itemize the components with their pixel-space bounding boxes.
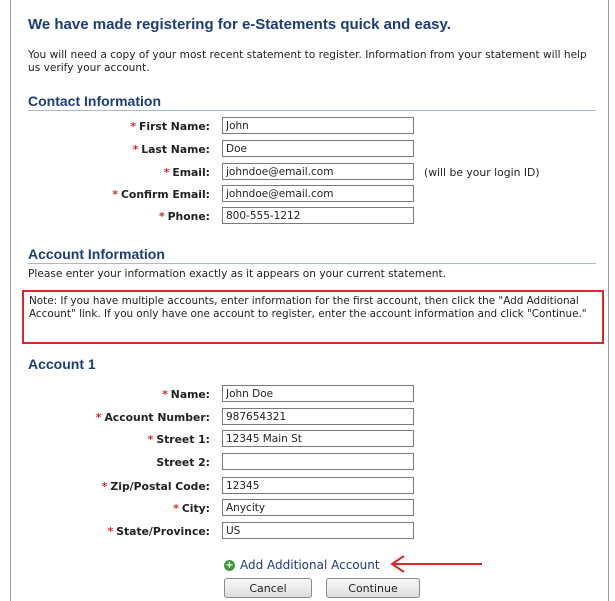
required-marker: *	[162, 388, 168, 401]
zip-label: * Zip/Postal Code:	[101, 480, 210, 493]
street2-row: Street 2:	[0, 453, 610, 473]
required-marker: *	[158, 210, 165, 223]
required-marker: *	[107, 525, 114, 538]
street1-input[interactable]	[222, 430, 414, 447]
required-marker: *	[130, 120, 137, 133]
continue-button[interactable]: Continue	[326, 578, 420, 598]
city-label: * City:	[173, 502, 210, 515]
account-info-heading: Account Information	[28, 246, 596, 264]
first-name-label: * First Name:	[130, 120, 210, 133]
intro-text: You will need a copy of your most recent…	[28, 49, 587, 74]
account-number-input[interactable]	[222, 408, 414, 425]
account-number-label: * Account Number:	[95, 411, 210, 424]
last-name-input[interactable]	[222, 140, 414, 157]
required-marker: *	[112, 188, 118, 201]
city-input[interactable]	[222, 499, 414, 516]
account-1-heading: Account 1	[28, 356, 96, 372]
account-number-row: * Account Number:	[0, 408, 610, 428]
last-name-label: * Last Name:	[132, 143, 210, 156]
account-name-label: * Name:	[162, 388, 210, 401]
first-name-input[interactable]	[222, 117, 414, 134]
last-name-row: * Last Name:	[0, 140, 610, 160]
phone-row: * Phone:	[0, 207, 610, 227]
zip-row: * Zip/Postal Code:	[0, 477, 610, 497]
email-input[interactable]	[222, 163, 414, 180]
phone-label: * Phone:	[158, 210, 210, 223]
confirm-email-label: * Confirm Email:	[112, 188, 210, 201]
city-row: * City:	[0, 499, 610, 519]
first-name-row: * First Name:	[0, 117, 610, 137]
page-title: We have made registering for e-Statement…	[28, 16, 451, 33]
required-marker: *	[132, 143, 139, 156]
required-marker: *	[101, 480, 108, 493]
contact-info-heading: Contact Information	[28, 93, 596, 111]
multiple-accounts-note: Note: If you have multiple accounts, ent…	[22, 290, 604, 344]
red-pointer-arrow-icon	[390, 555, 482, 573]
required-marker: *	[163, 166, 170, 179]
account-name-row: * Name:	[0, 385, 610, 405]
email-row: *Email: (will be your login ID)	[0, 163, 610, 183]
add-additional-account-link[interactable]: + Add Additional Account	[224, 558, 380, 574]
street2-input[interactable]	[222, 453, 414, 470]
zip-input[interactable]	[222, 477, 414, 494]
account-instruction: Please enter your information exactly as…	[28, 268, 446, 280]
confirm-email-input[interactable]	[222, 185, 414, 202]
street1-row: * Street 1:	[0, 430, 610, 450]
account-name-input[interactable]	[222, 385, 414, 402]
required-marker: *	[95, 411, 102, 424]
add-circle-icon: +	[224, 560, 235, 571]
add-account-label: Add Additional Account	[240, 558, 380, 572]
phone-input[interactable]	[222, 207, 414, 224]
state-input[interactable]	[222, 522, 414, 539]
email-hint: (will be your login ID)	[424, 166, 540, 179]
street2-label: Street 2:	[156, 456, 210, 469]
confirm-email-row: * Confirm Email:	[0, 185, 610, 205]
cancel-button[interactable]: Cancel	[224, 578, 312, 598]
state-row: * State/Province:	[0, 522, 610, 542]
email-label: * Email:	[163, 166, 210, 179]
required-marker: *	[173, 502, 179, 515]
state-label: * State/Province:	[107, 525, 210, 538]
street1-label: * Street 1:	[147, 433, 210, 446]
required-marker: *	[147, 433, 154, 446]
